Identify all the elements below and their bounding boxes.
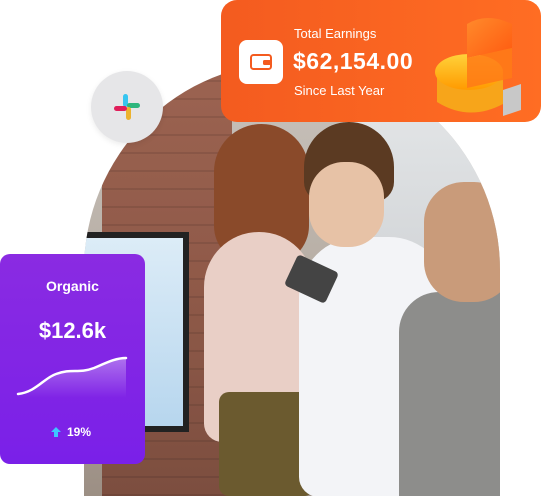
person-three-head bbox=[424, 182, 500, 302]
organic-change-value: 19% bbox=[67, 425, 92, 439]
arrow-up-icon bbox=[51, 427, 61, 437]
organic-title: Organic bbox=[46, 278, 99, 294]
slack-icon bbox=[114, 94, 140, 120]
slack-badge bbox=[91, 71, 163, 143]
wallet-icon-box bbox=[239, 40, 283, 84]
organic-change: 19% bbox=[50, 425, 91, 439]
wallet-icon bbox=[250, 54, 272, 70]
organic-sparkline bbox=[16, 356, 128, 398]
pie-chart-3d-icon bbox=[435, 18, 521, 116]
organic-card: Organic $12.6k 19% bbox=[0, 254, 145, 464]
total-earnings-card: Total Earnings $62,154.00 Since Last Yea… bbox=[221, 0, 541, 122]
earnings-subtitle: Since Last Year bbox=[294, 83, 385, 98]
person-three-body bbox=[399, 292, 500, 496]
earnings-title: Total Earnings bbox=[294, 26, 377, 41]
organic-value: $12.6k bbox=[38, 318, 107, 343]
earnings-amount: $62,154.00 bbox=[293, 48, 414, 74]
person-two-face bbox=[309, 162, 384, 247]
